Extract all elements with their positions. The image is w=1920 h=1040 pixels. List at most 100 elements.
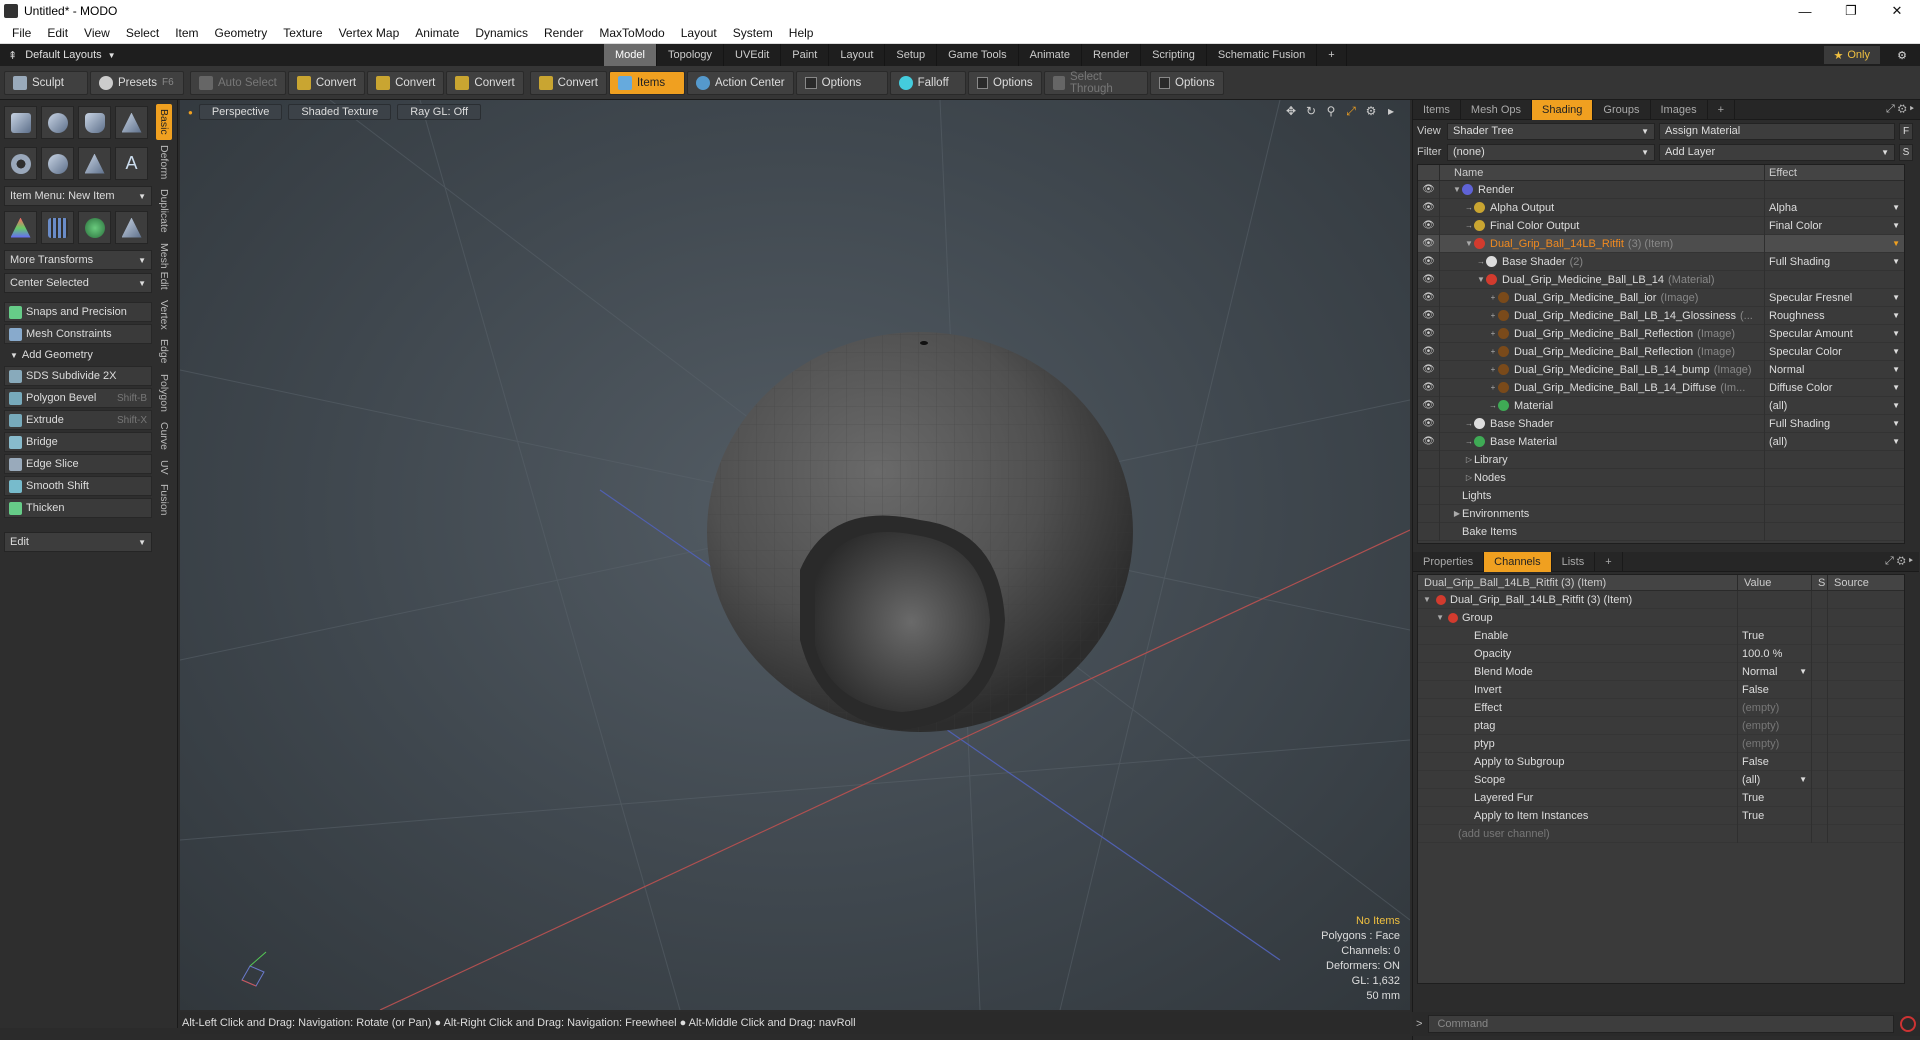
shader-tree-row[interactable]: 👁 + Dual_Grip_Medicine_Ball_ior (Image) Spec…	[1418, 288, 1904, 307]
menu-maxtomodo[interactable]: MaxToModo	[591, 26, 672, 40]
channel-value[interactable]: (empty)	[1738, 698, 1812, 717]
select-through-options-button[interactable]: Options	[1149, 70, 1224, 95]
fit-view-icon[interactable]: ⤢	[1344, 104, 1358, 118]
tree-expand-icon[interactable]: ▷	[1464, 473, 1474, 482]
menu-animate[interactable]: Animate	[407, 26, 467, 40]
visibility-eye-icon[interactable]: 👁	[1418, 288, 1440, 307]
tab-shading[interactable]: Shading	[1532, 99, 1594, 120]
rotate-view-icon[interactable]: ↻	[1304, 104, 1318, 118]
add-layer-dropdown[interactable]: Add Layer ▼	[1659, 143, 1895, 161]
channel-value[interactable]: (empty)	[1738, 716, 1812, 735]
vtab-duplicate[interactable]: Duplicate	[156, 184, 172, 238]
text-tool-button[interactable]: A	[115, 147, 148, 180]
tree-effect-cell[interactable]: Full Shading ▼	[1765, 415, 1904, 433]
tree-effect-cell[interactable]: Diffuse Color ▼	[1765, 379, 1904, 397]
layout-tab-scripting[interactable]: Scripting	[1141, 44, 1207, 66]
add-layout-tab-button[interactable]: +	[1317, 44, 1347, 66]
channel-value[interactable]: 100.0 %	[1738, 644, 1812, 663]
vtab-curve[interactable]: Curve	[156, 417, 172, 455]
falloff-options-button[interactable]: Options	[967, 70, 1042, 95]
visibility-eye-icon[interactable]: 👁	[1418, 180, 1440, 199]
tab-groups[interactable]: Groups	[1593, 99, 1651, 120]
channel-item-row[interactable]: ▼ Dual_Grip_Ball_14LB_Ritfit (3) (Item)	[1418, 590, 1904, 609]
panel-options-icon[interactable]: ⤢ ⚙ ▸	[1885, 555, 1913, 568]
shader-tree-row[interactable]: 👁 → Material (all) ▼	[1418, 396, 1904, 415]
tree-effect-cell[interactable]: Full Shading ▼	[1765, 253, 1904, 271]
shader-tree-row[interactable]: 👁 + Dual_Grip_Medicine_Ball_Reflection (Ima…	[1418, 342, 1904, 361]
channel-value[interactable]: False	[1738, 752, 1812, 771]
tree-effect-cell[interactable]: Roughness ▼	[1765, 307, 1904, 325]
torus-primitive-button[interactable]	[4, 147, 37, 180]
vtab-deform[interactable]: Deform	[156, 140, 172, 184]
shader-tree-row[interactable]: 👁 ▼ Dual_Grip_Medicine_Ball_LB_14 (Material…	[1418, 270, 1904, 289]
snaps-precision-button[interactable]: Snaps and Precision	[4, 302, 152, 322]
tree-expand-icon[interactable]: ▼	[1464, 239, 1474, 248]
tab-properties[interactable]: Properties	[1413, 551, 1485, 572]
cone-primitive-button[interactable]	[115, 106, 148, 139]
pyramid-tool-button[interactable]	[115, 211, 148, 244]
shader-tree-row[interactable]: 👁 ▼ Render	[1418, 180, 1904, 199]
item-menu-dropdown[interactable]: Item Menu: New Item ▼	[4, 186, 152, 206]
visibility-eye-icon[interactable]: 👁	[1418, 342, 1440, 361]
sculpt-button[interactable]: Sculpt	[4, 70, 88, 95]
tree-expand-icon[interactable]: ▷	[1464, 455, 1474, 464]
menu-file[interactable]: File	[4, 26, 39, 40]
filter-select[interactable]: (none) ▼	[1447, 143, 1655, 161]
tree-expand-icon[interactable]: ▼	[1476, 275, 1486, 284]
channel-value[interactable]: (all) ▼	[1738, 770, 1812, 789]
close-button[interactable]: ✕	[1874, 0, 1920, 22]
move-view-icon[interactable]: ✥	[1284, 104, 1298, 118]
grid-tool-button[interactable]	[41, 211, 74, 244]
pen-tool-button[interactable]	[78, 147, 111, 180]
shader-tree-row[interactable]: 👁 → Final Color Output Final Color ▼	[1418, 216, 1904, 235]
sphere-primitive-button[interactable]	[41, 106, 74, 139]
tree-effect-cell[interactable]: Normal ▼	[1765, 361, 1904, 379]
channel-value[interactable]: True	[1738, 806, 1812, 825]
menu-texture[interactable]: Texture	[275, 26, 330, 40]
shader-tree-row[interactable]: 👁 + Dual_Grip_Medicine_Ball_LB_14_Diffuse(…	[1418, 378, 1904, 397]
tool-edge-slice-button[interactable]: Edge Slice	[4, 454, 152, 474]
layout-tab-model[interactable]: Model	[604, 44, 657, 66]
tool-polygon-bevel-button[interactable]: Polygon Bevel Shift-B	[4, 388, 152, 408]
tree-expand-icon[interactable]: →	[1488, 401, 1498, 410]
shader-tree-row[interactable]: 👁 → Base Material (all) ▼	[1418, 432, 1904, 451]
menu-render[interactable]: Render	[536, 26, 591, 40]
channel-row[interactable]: ptag (empty)	[1418, 716, 1904, 735]
tree-expand-icon[interactable]: →	[1464, 437, 1474, 446]
tree-effect-cell[interactable]: Specular Fresnel ▼	[1765, 289, 1904, 307]
menu-item[interactable]: Item	[167, 26, 206, 40]
minimize-button[interactable]: —	[1782, 0, 1828, 22]
channel-row[interactable]: Effect (empty)	[1418, 698, 1904, 717]
vtab-basic[interactable]: Basic	[156, 104, 172, 140]
tree-expand-icon[interactable]: ▶	[1452, 509, 1462, 518]
tab-mesh-ops[interactable]: Mesh Ops	[1461, 99, 1533, 120]
vtab-vertex[interactable]: Vertex	[156, 295, 172, 335]
value-column-header[interactable]: Value	[1738, 575, 1812, 590]
assign-material-button[interactable]: Assign Material	[1659, 122, 1895, 140]
menu-select[interactable]: Select	[118, 26, 167, 40]
presets-button[interactable]: Presets F6	[90, 70, 184, 95]
tree-expand-icon[interactable]: →	[1464, 221, 1474, 230]
default-layouts-dropdown[interactable]: Default Layouts ▼	[25, 49, 115, 61]
tree-expand-icon[interactable]: +	[1488, 365, 1498, 374]
effect-column-header[interactable]: Effect	[1765, 165, 1904, 180]
menu-system[interactable]: System	[725, 26, 781, 40]
vtab-uv[interactable]: UV	[156, 455, 172, 480]
layout-tab-render[interactable]: Render	[1082, 44, 1142, 66]
vtab-fusion[interactable]: Fusion	[156, 479, 172, 521]
channel-value[interactable]: (empty)	[1738, 734, 1812, 753]
shader-tree-row[interactable]: 👁 + Dual_Grip_Medicine_Ball_Reflection (Ima…	[1418, 324, 1904, 343]
layout-tab-animate[interactable]: Animate	[1019, 44, 1082, 66]
viewport-settings-icon[interactable]: ⚙	[1364, 104, 1378, 118]
tree-expand-icon[interactable]: ▼	[1452, 185, 1462, 194]
visibility-eye-icon[interactable]: 👁	[1418, 252, 1440, 271]
menu-vertex-map[interactable]: Vertex Map	[331, 26, 408, 40]
shader-tree-row[interactable]: Lights	[1418, 486, 1904, 505]
layout-tab-schematic-fusion[interactable]: Schematic Fusion	[1207, 44, 1318, 66]
tool-sds-subdivide-2x-button[interactable]: SDS Subdivide 2X	[4, 366, 152, 386]
add-tab-button[interactable]: +	[1595, 551, 1623, 572]
command-input[interactable]: Command	[1428, 1015, 1894, 1033]
visibility-eye-icon[interactable]: 👁	[1418, 360, 1440, 379]
menu-view[interactable]: View	[76, 26, 118, 40]
shader-tree-row[interactable]: 👁 → Alpha Output Alpha ▼	[1418, 198, 1904, 217]
